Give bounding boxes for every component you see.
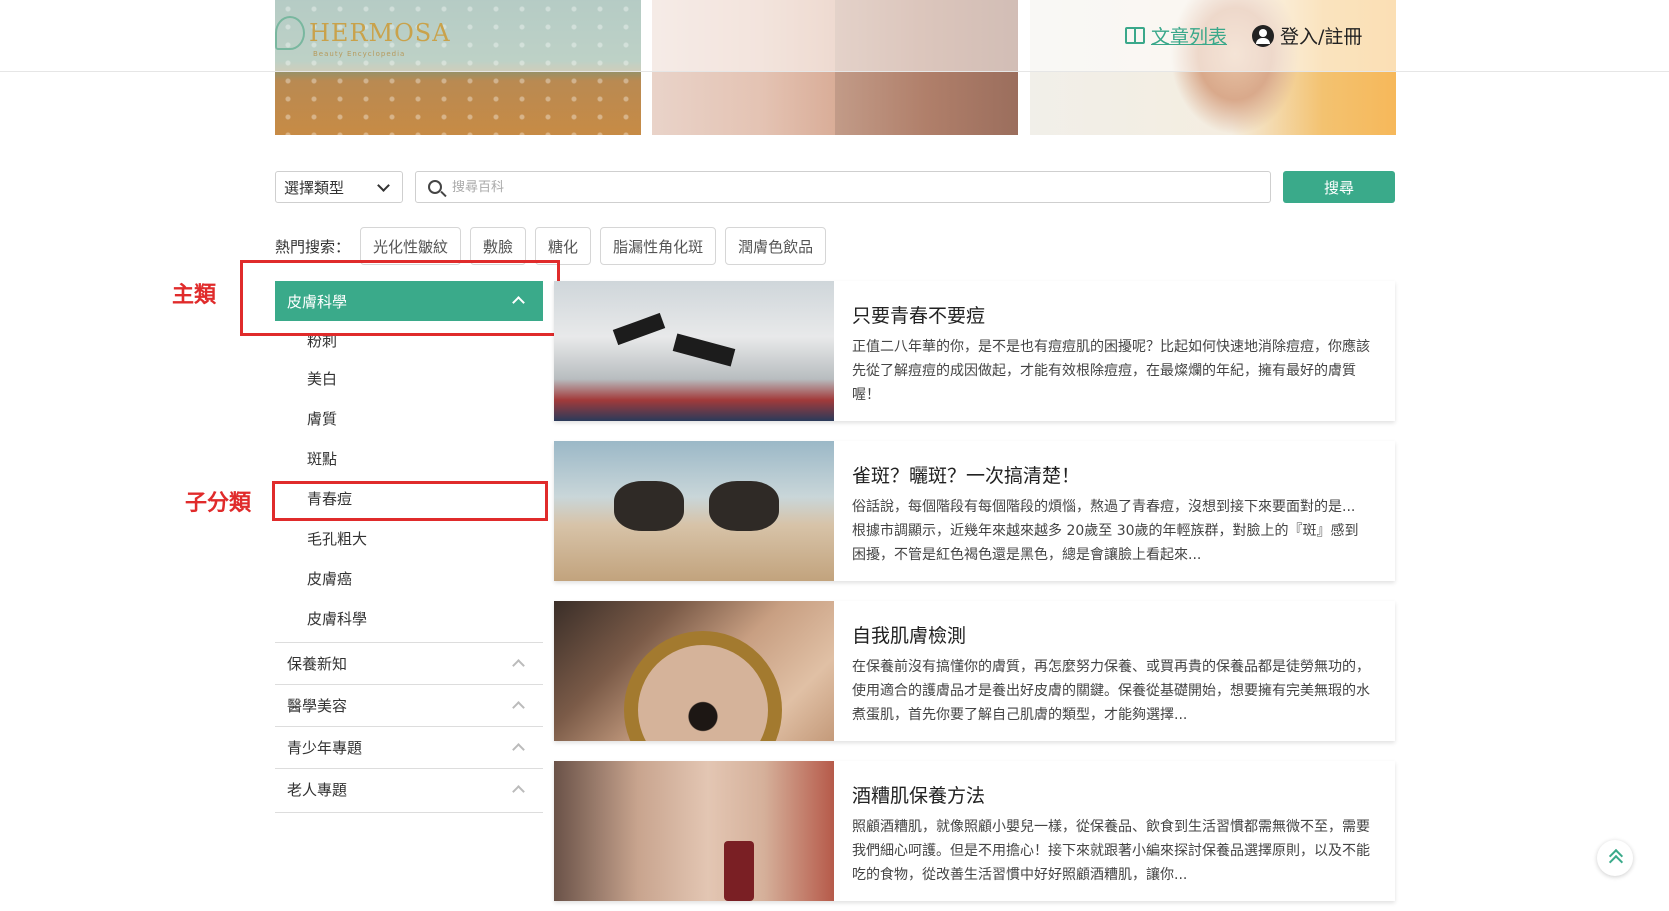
sidebar-subitem-skin-quality[interactable]: 膚質 xyxy=(307,408,337,429)
hot-tag-photoaging-wrinkles[interactable]: 光化性皺紋 xyxy=(360,227,462,265)
article-card[interactable]: 酒糟肌保養方法 照顧酒糟肌，就像照顧小嬰兒一樣，從保養品、飲食到生活習慣都需無微… xyxy=(554,761,1395,901)
article-card[interactable]: 只要青春不要痘 正值二八年華的你，是不是也有痘痘肌的困擾呢？比起如何快速地消除痘… xyxy=(554,281,1395,421)
article-card[interactable]: 自我肌膚檢測 在保養前沒有搞懂你的膚質，再怎麼努力保養、或買再貴的保養品都是徒勞… xyxy=(554,601,1395,741)
user-icon xyxy=(1252,24,1274,47)
sidebar-category-label: 保養新知 xyxy=(287,655,348,673)
article-title: 酒糟肌保養方法 xyxy=(852,785,986,807)
article-thumbnail xyxy=(554,281,834,421)
article-title: 只要青春不要痘 xyxy=(852,305,986,327)
search-input[interactable] xyxy=(452,179,1252,195)
type-select[interactable]: 選擇類型 xyxy=(275,171,403,203)
annotation-main-category: 主類 xyxy=(172,283,217,308)
search-icon xyxy=(428,180,442,194)
sidebar-category-label: 青少年專題 xyxy=(287,739,363,757)
sidebar-subitem-enlarged-pores[interactable]: 毛孔粗大 xyxy=(307,528,367,549)
article-thumbnail xyxy=(554,761,834,901)
site-logo[interactable]: HERMOSA Beauty Encyclopedia xyxy=(275,16,451,58)
article-list-link[interactable]: 文章列表 xyxy=(1125,22,1227,49)
sidebar-category-elderly-topics[interactable]: 老人專題 xyxy=(275,768,543,810)
logo-text: HERMOSA xyxy=(309,19,451,47)
chevron-down-icon xyxy=(377,179,390,192)
book-icon xyxy=(1125,27,1145,44)
hot-search-label: 熱門搜索： xyxy=(275,237,351,256)
article-thumbnail xyxy=(554,601,834,741)
article-thumbnail xyxy=(554,441,834,581)
sidebar-subitem-dermatology[interactable]: 皮膚科學 xyxy=(307,608,367,629)
chevron-up-icon xyxy=(512,785,525,798)
back-to-top-button[interactable] xyxy=(1597,840,1633,876)
search-box[interactable] xyxy=(415,171,1271,203)
article-card[interactable]: 雀斑？曬斑？一次搞清楚！ 俗話說，每個階段有每個階段的煩惱，熬過了青春痘，沒想到… xyxy=(554,441,1395,581)
sidebar-subitem-skin-cancer[interactable]: 皮膚癌 xyxy=(307,568,352,589)
annotation-sub-category: 子分類 xyxy=(185,491,252,516)
sidebar-divider xyxy=(275,812,543,813)
article-description: 正值二八年華的你，是不是也有痘痘肌的困擾呢？比起如何快速地消除痘痘，你應該先從了… xyxy=(852,339,1370,403)
sidebar-category-dermatology[interactable]: 皮膚科學 xyxy=(275,281,543,321)
site-header: HERMOSA Beauty Encyclopedia 文章列表 登入/註冊 xyxy=(0,0,1669,72)
sidebar-category-label: 醫學美容 xyxy=(287,697,348,715)
chevron-up-icon xyxy=(512,743,525,756)
search-button[interactable]: 搜尋 xyxy=(1283,171,1395,203)
hot-tag-glycation[interactable]: 糖化 xyxy=(535,227,592,265)
article-list-label: 文章列表 xyxy=(1151,26,1228,48)
sidebar-category-medical-beauty[interactable]: 醫學美容 xyxy=(275,684,543,726)
sidebar-category-care-news[interactable]: 保養新知 xyxy=(275,642,543,684)
sidebar-category-teen-topics[interactable]: 青少年專題 xyxy=(275,726,543,768)
login-register-link[interactable]: 登入/註冊 xyxy=(1252,22,1362,49)
article-description: 在保養前沒有搞懂你的膚質，再怎麼努力保養、或買再貴的保養品都是徒勞無功的，使用適… xyxy=(852,659,1370,723)
chevron-up-icon xyxy=(512,701,525,714)
sidebar-subitem-whitening[interactable]: 美白 xyxy=(307,368,337,389)
chevron-up-icon xyxy=(512,296,525,309)
chevron-up-icon xyxy=(512,659,525,672)
article-title: 雀斑？曬斑？一次搞清楚！ xyxy=(852,465,1081,487)
sidebar-category-label: 老人專題 xyxy=(287,781,348,799)
sidebar-subitem-spots[interactable]: 斑點 xyxy=(307,448,337,469)
sidebar-subitem-pimples[interactable]: 青春痘 xyxy=(307,488,352,509)
article-description: 俗話說，每個階段有每個階段的煩惱，熬過了青春痘，沒想到接下來要面對的是... 根… xyxy=(852,499,1359,563)
type-select-value: 選擇類型 xyxy=(284,178,345,197)
article-title: 自我肌膚檢測 xyxy=(852,625,967,647)
logo-mark-icon xyxy=(275,16,305,50)
hot-search: 熱門搜索： 光化性皺紋 敷臉 糖化 脂漏性角化斑 潤膚色飲品 xyxy=(275,227,835,265)
hot-tag-face-mask[interactable]: 敷臉 xyxy=(470,227,527,265)
article-description: 照顧酒糟肌，就像照顧小嬰兒一樣，從保養品、飲食到生活習慣都需無微不至，需要我們細… xyxy=(852,819,1370,883)
hot-tag-skin-drinks[interactable]: 潤膚色飲品 xyxy=(725,227,827,265)
login-register-label: 登入/註冊 xyxy=(1280,26,1363,48)
logo-subtitle: Beauty Encyclopedia xyxy=(313,50,406,58)
sidebar-subitem-acne-comedo[interactable]: 粉刺 xyxy=(307,330,337,351)
hot-tag-seborrheic-keratosis[interactable]: 脂漏性角化斑 xyxy=(600,227,717,265)
sidebar-category-label: 皮膚科學 xyxy=(287,292,348,311)
